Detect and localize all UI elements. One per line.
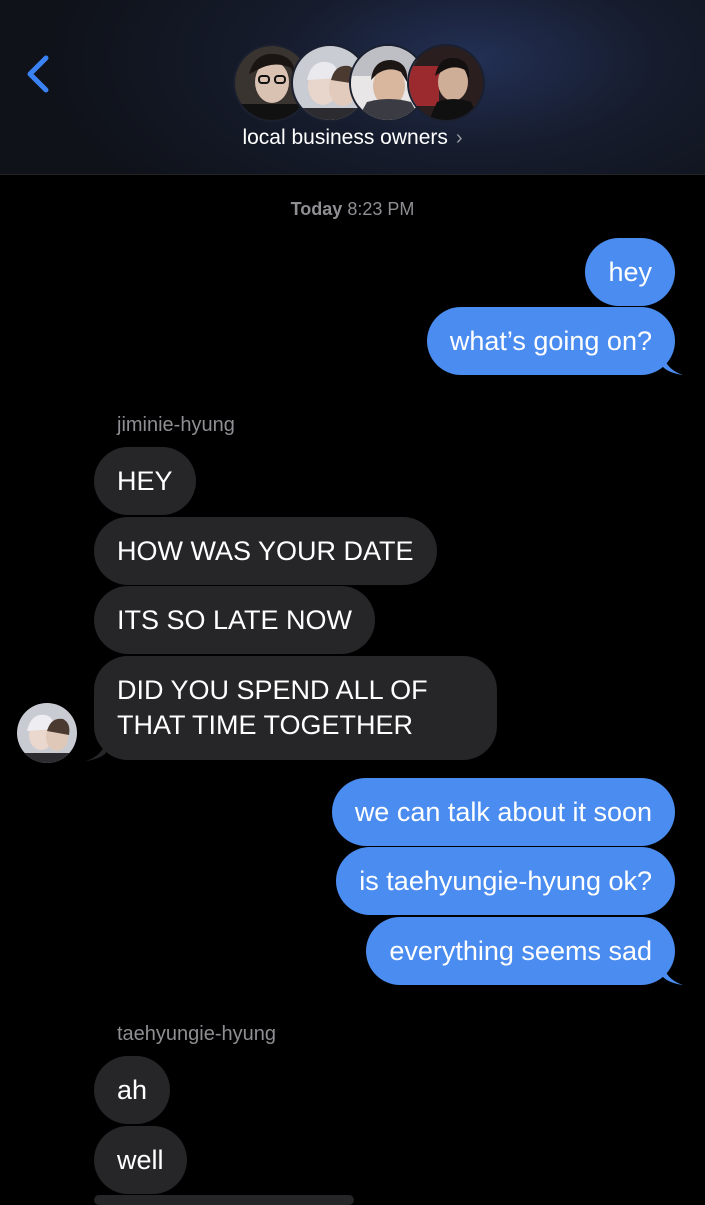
timestamp-time: 8:23 PM <box>347 199 415 219</box>
message-text: DID YOU SPEND ALL OF THAT TIME TOGETHER <box>117 675 428 740</box>
group-name: local business owners <box>242 126 448 149</box>
incoming-message[interactable]: well <box>94 1126 187 1194</box>
outgoing-message[interactable]: hey <box>585 238 675 306</box>
conversation-header: local business owners › <box>0 0 705 175</box>
bubble-tail <box>663 353 683 375</box>
group-name-button[interactable]: local business owners › <box>0 126 705 150</box>
outgoing-message[interactable]: is taehyungie-hyung ok? <box>336 847 675 915</box>
message-text: HOW WAS YOUR DATE <box>117 535 414 566</box>
message-text: ah <box>117 1074 148 1105</box>
sender-avatar[interactable] <box>17 703 77 763</box>
message-text: ITS SO LATE NOW <box>117 604 353 635</box>
avatar <box>407 44 485 122</box>
incoming-message[interactable]: ITS SO LATE NOW <box>94 586 376 654</box>
outgoing-message[interactable]: we can talk about it soon <box>331 778 675 846</box>
message-timestamp: Today 8:23 PM <box>0 199 705 220</box>
message-text: well <box>117 1144 164 1175</box>
message-text: is taehyungie-hyung ok? <box>359 865 652 896</box>
outgoing-message[interactable]: what’s going on? <box>426 307 675 375</box>
message-text: everything seems sad <box>389 935 652 966</box>
chevron-right-icon: › <box>455 127 463 149</box>
incoming-message[interactable]: ah <box>94 1056 171 1124</box>
sender-name: taehyungie-hyung <box>117 1023 277 1045</box>
bubble-tail <box>663 963 683 985</box>
incoming-message[interactable]: HOW WAS YOUR DATE <box>94 517 437 585</box>
incoming-message-partial[interactable] <box>94 1195 354 1205</box>
chevron-left-icon <box>27 55 49 93</box>
timestamp-day: Today <box>290 199 343 219</box>
message-text: HEY <box>117 465 173 496</box>
sender-name: jiminie-hyung <box>117 414 235 436</box>
outgoing-message[interactable]: everything seems sad <box>366 917 675 985</box>
message-text: hey <box>608 256 652 287</box>
incoming-message[interactable]: DID YOU SPEND ALL OF THAT TIME TOGETHER <box>94 656 497 760</box>
incoming-message[interactable]: HEY <box>94 447 196 515</box>
message-text: we can talk about it soon <box>354 796 652 827</box>
group-avatars[interactable] <box>233 44 485 122</box>
bubble-tail <box>86 739 106 761</box>
back-button[interactable] <box>18 52 58 96</box>
message-text: what’s going on? <box>449 325 652 356</box>
